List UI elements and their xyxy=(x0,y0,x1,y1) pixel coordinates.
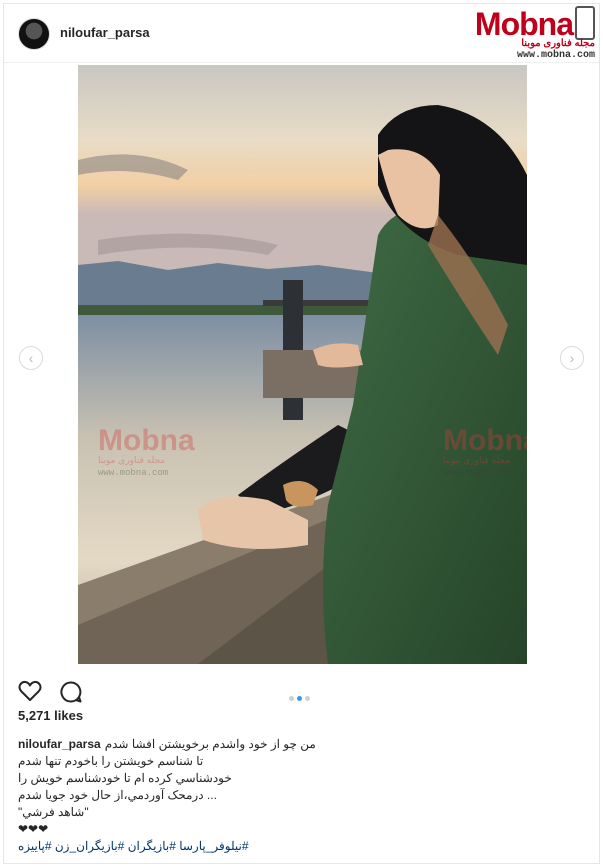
caption-line-2: تا شناسم خویشتن را باخودم تنها شدم xyxy=(18,754,204,768)
caption-line-3: خودشناسي کرده ام تا خودشناسم خویش را xyxy=(18,771,232,785)
carousel-dot xyxy=(305,696,310,701)
phone-icon xyxy=(575,6,595,40)
caption-first-line: niloufar_parsa من چو از خود واشدم برخویشت… xyxy=(18,736,318,753)
caption-username[interactable]: niloufar_parsa xyxy=(18,737,101,751)
mobna-logo: Mobna مجله فناوری موبنا www.mobna.com xyxy=(467,4,599,62)
heart-icon[interactable] xyxy=(18,680,42,707)
caption-line-4: ... درمحک آوردمي،از حال خود جویا شدم xyxy=(18,788,217,802)
chevron-right-icon: › xyxy=(569,350,575,366)
watermark-right-sub: مجله فناوری موبنا xyxy=(443,456,510,466)
carousel-dot xyxy=(289,696,294,701)
logo-subtitle: مجله فناوری موبنا xyxy=(521,38,595,49)
comment-icon[interactable] xyxy=(59,680,83,709)
chevron-left-icon: ‹ xyxy=(28,350,34,366)
watermark-left-word: Mobna xyxy=(98,424,195,457)
prev-photo-button[interactable]: ‹ xyxy=(19,346,43,370)
watermark-left-sub: مجله فناوری موبنا xyxy=(98,456,165,466)
watermark-left-url: www.mobna.com xyxy=(98,468,168,478)
logo-url: www.mobna.com xyxy=(516,50,595,61)
watermark-right-url: www.mobna.com xyxy=(443,468,513,478)
likes-count[interactable]: 5,271 likes xyxy=(18,708,83,723)
caption-hearts: ❤❤❤ xyxy=(18,822,49,836)
post-card: niloufar_parsa Mobna مجله فناوری موبنا w… xyxy=(3,3,600,864)
username[interactable]: niloufar_parsa xyxy=(60,25,150,40)
carousel-indicator xyxy=(289,688,313,706)
caption-hashtags[interactable]: #نيلوفر_پارسا #بازیگران #بازیگران_زن #پا… xyxy=(18,838,249,855)
carousel-dot-active xyxy=(297,696,302,701)
action-bar xyxy=(4,672,599,708)
caption-line-5: "شاهد فرشي" xyxy=(18,805,89,819)
next-photo-button[interactable]: › xyxy=(560,346,584,370)
caption-line-1: من چو از خود واشدم برخویشتن افشا شدم xyxy=(104,737,316,751)
post-header: niloufar_parsa Mobna مجله فناوری موبنا w… xyxy=(4,4,599,63)
post-photo[interactable]: Mobna مجله فناوری موبنا www.mobna.com Mo… xyxy=(78,65,527,664)
post-caption: niloufar_parsa من چو از خود واشدم برخویشت… xyxy=(18,736,318,855)
avatar[interactable] xyxy=(18,18,50,50)
photo-illustration: Mobna مجله فناوری موبنا www.mobna.com Mo… xyxy=(78,65,527,664)
watermark-right-word: Mobna xyxy=(443,424,527,457)
